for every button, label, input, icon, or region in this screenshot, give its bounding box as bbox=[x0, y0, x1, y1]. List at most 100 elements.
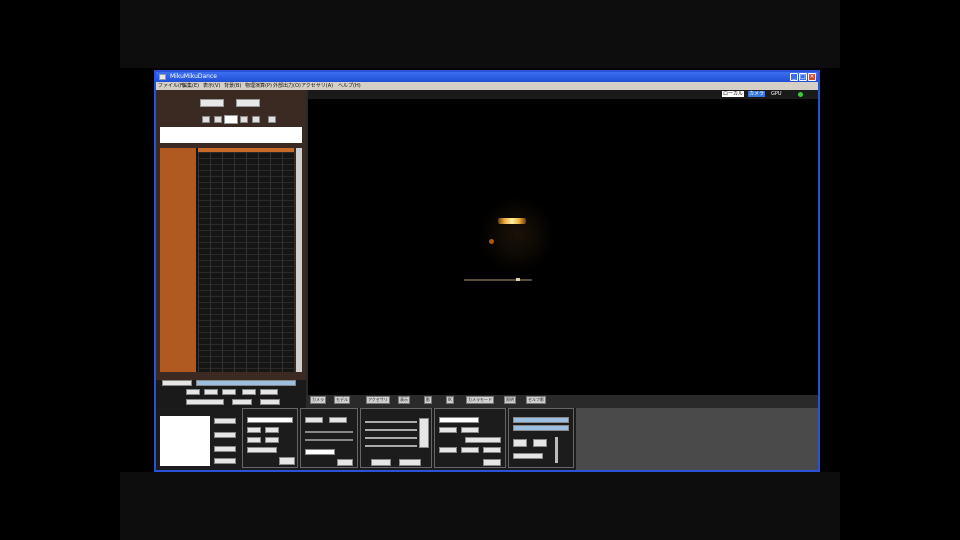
accessory-parent-dropdown[interactable] bbox=[465, 437, 501, 443]
local-indicator[interactable]: ローカル bbox=[722, 91, 745, 97]
keyframe-grid[interactable] bbox=[198, 152, 294, 372]
accessory-y-field[interactable] bbox=[461, 447, 479, 453]
light-reset-button[interactable] bbox=[399, 459, 421, 466]
timeline-hscroll[interactable] bbox=[196, 380, 296, 386]
minimize-button[interactable]: _ bbox=[790, 73, 798, 81]
bottom-control-panel bbox=[156, 408, 818, 470]
menu-view[interactable]: 表示(V) bbox=[203, 82, 220, 90]
tab-display[interactable]: 表示 bbox=[398, 396, 410, 404]
bone-reset-button[interactable] bbox=[279, 457, 295, 465]
tab-lighting[interactable]: 照明 bbox=[504, 396, 516, 404]
tab-ik[interactable]: IK bbox=[446, 396, 454, 404]
accessory-dropdown[interactable] bbox=[439, 417, 479, 423]
accessory-z-field[interactable] bbox=[483, 447, 501, 453]
timeline-controls bbox=[156, 380, 306, 408]
menu-background[interactable]: 背景(B) bbox=[224, 82, 241, 90]
tab-camera[interactable]: カメラ bbox=[310, 396, 326, 404]
bone-name-list[interactable] bbox=[160, 148, 196, 372]
camera-front-button[interactable] bbox=[305, 417, 323, 423]
accessory-x-field[interactable] bbox=[439, 447, 457, 453]
frame-next-button[interactable] bbox=[236, 99, 260, 107]
bone-register-button[interactable] bbox=[247, 447, 277, 453]
accessory-load-button[interactable] bbox=[439, 427, 457, 433]
camera-value-field[interactable] bbox=[305, 449, 335, 455]
model-delete-button[interactable] bbox=[214, 432, 236, 438]
camera-back-button[interactable] bbox=[329, 417, 347, 423]
model-load-button[interactable] bbox=[214, 418, 236, 424]
key-next-button[interactable] bbox=[252, 116, 260, 123]
tab-shadow[interactable]: 影 bbox=[424, 396, 432, 404]
tab-self-shadow[interactable]: セルフ影 bbox=[526, 396, 546, 404]
tab-camera-mode[interactable]: カメラモード bbox=[466, 396, 494, 404]
tab-model[interactable]: モデル bbox=[334, 396, 350, 404]
menu-bar: ファイル(F) 編集(E) 表示(V) 背景(B) 物理演算(P) 外部出力(O… bbox=[156, 82, 818, 90]
key-end-button[interactable] bbox=[268, 116, 276, 123]
bone-box-select-button[interactable] bbox=[265, 437, 279, 443]
empty-panel-area bbox=[576, 408, 818, 470]
repeat-button[interactable] bbox=[513, 425, 569, 431]
camera-fov-slider[interactable] bbox=[305, 431, 353, 433]
play-button[interactable] bbox=[513, 417, 569, 423]
model-silhouette bbox=[472, 190, 562, 280]
maximize-button[interactable]: □ bbox=[799, 73, 807, 81]
menu-edit[interactable]: 編集(E) bbox=[182, 82, 199, 90]
volume-slider[interactable] bbox=[555, 437, 558, 463]
select-all-button[interactable] bbox=[162, 380, 192, 386]
light-register-button[interactable] bbox=[371, 459, 391, 466]
range-apply-button[interactable] bbox=[260, 399, 280, 405]
frame-prev-button[interactable] bbox=[200, 99, 224, 107]
close-button[interactable]: × bbox=[808, 73, 816, 81]
key-left-button[interactable] bbox=[214, 116, 222, 123]
frame-number-field[interactable] bbox=[224, 115, 238, 124]
menu-file[interactable]: ファイル(F) bbox=[158, 82, 185, 90]
light-value-column[interactable] bbox=[419, 418, 429, 448]
video-bottom-bar bbox=[120, 472, 840, 540]
interpolation-button[interactable] bbox=[260, 389, 278, 395]
bone-operation-section bbox=[242, 408, 298, 468]
menu-export[interactable]: 外部出力(O) bbox=[273, 82, 301, 90]
bone-select-button[interactable] bbox=[247, 437, 261, 443]
menu-physics[interactable]: 物理演算(P) bbox=[245, 82, 272, 90]
accessory-register-button[interactable] bbox=[483, 459, 501, 466]
3d-viewport[interactable] bbox=[308, 99, 818, 395]
letterbox-left bbox=[0, 0, 120, 540]
accessory-delete-button[interactable] bbox=[461, 427, 479, 433]
keyframe-timeline[interactable] bbox=[160, 148, 294, 372]
range-button[interactable] bbox=[232, 399, 252, 405]
bone-rotate-button[interactable] bbox=[247, 427, 261, 433]
model-edit-button[interactable] bbox=[214, 458, 236, 464]
copy-button[interactable] bbox=[186, 389, 200, 395]
video-top-bar bbox=[120, 0, 840, 68]
timeline-panel bbox=[156, 90, 306, 380]
menu-accessory[interactable]: アクセサリ(A) bbox=[301, 82, 333, 90]
bone-move-button[interactable] bbox=[265, 427, 279, 433]
key-right-button[interactable] bbox=[240, 116, 248, 123]
camera-operation-section bbox=[300, 408, 358, 468]
light-g-slider[interactable] bbox=[365, 429, 417, 431]
volume-down-button[interactable] bbox=[513, 439, 527, 447]
camera-register-button[interactable] bbox=[337, 459, 353, 466]
volume-up-button[interactable] bbox=[533, 439, 547, 447]
letterbox-right bbox=[840, 0, 960, 540]
reverse-paste-button[interactable] bbox=[222, 389, 236, 395]
timeline-scrollbar[interactable] bbox=[296, 148, 302, 372]
light-x-slider[interactable] bbox=[365, 445, 417, 447]
accessory-section-title bbox=[435, 409, 505, 415]
delete-button[interactable] bbox=[242, 389, 256, 395]
menu-help[interactable]: ヘルプ(H) bbox=[338, 82, 361, 90]
app-window: MikuMikuDance _ □ × ファイル(F) 編集(E) 表示(V) … bbox=[154, 70, 820, 472]
status-light-icon bbox=[798, 92, 803, 97]
light-b-slider[interactable] bbox=[365, 437, 417, 439]
camera-indicator[interactable]: カメラ bbox=[748, 91, 766, 97]
stop-button[interactable] bbox=[513, 453, 543, 459]
model-display-button[interactable] bbox=[214, 446, 236, 452]
title-bar[interactable]: MikuMikuDance _ □ × bbox=[156, 72, 818, 82]
range-select-field[interactable] bbox=[186, 399, 224, 405]
key-prev-button[interactable] bbox=[202, 116, 210, 123]
camera-distance-slider[interactable] bbox=[305, 439, 353, 441]
bone-select-dropdown[interactable] bbox=[247, 417, 293, 423]
model-name-field[interactable] bbox=[160, 127, 302, 143]
tab-accessory[interactable]: アクセサリ bbox=[366, 396, 390, 404]
light-r-slider[interactable] bbox=[365, 421, 417, 423]
paste-button[interactable] bbox=[204, 389, 218, 395]
